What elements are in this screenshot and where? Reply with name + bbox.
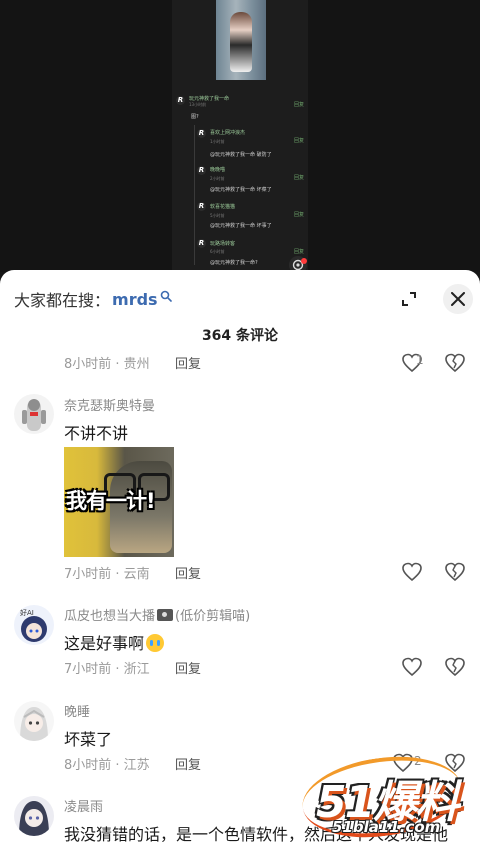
comment-meta: 7小时前 · 云南 [64, 567, 150, 582]
avatar[interactable] [14, 394, 54, 434]
close-icon [451, 292, 465, 306]
mini-comment-time: 1小时前 [210, 139, 225, 144]
video-thumbnail [216, 0, 266, 80]
mini-comment-text: @玩元神救了我一命? [210, 260, 258, 266]
mini-avatar: R [176, 96, 185, 105]
suggested-search[interactable]: 大家都在搜： mrds [14, 288, 172, 310]
broken-heart-icon[interactable] [444, 562, 466, 582]
mini-reply: 回复 [294, 102, 305, 108]
broken-heart-icon[interactable] [444, 353, 466, 372]
mini-avatar: R [197, 239, 206, 248]
commenter-name[interactable]: 凌晨雨 [64, 796, 103, 815]
mini-reply: 回复 [294, 138, 305, 144]
video-frame [172, 0, 308, 272]
expand-button[interactable] [396, 286, 422, 312]
mini-comment-time: 13小时前 [189, 102, 207, 107]
notification-dot [301, 258, 307, 264]
search-prefix: 大家都在搜： [14, 291, 111, 310]
mini-comment-text: @玩元神救了我一命 破防了 [210, 152, 272, 158]
comment-meta: 7小时前 · 浙江 [64, 662, 150, 677]
mini-comment-name: 晚晚喵 [210, 167, 226, 173]
video-player[interactable]: R 玩元神救了我一命 13小时前 图? 回复 R 喜欢上网冲浪杰 1小时前 @玩… [0, 0, 480, 274]
watermark-logo: 51爆料 51bla11.com [297, 747, 472, 847]
comment-item: 奈克瑟斯奥特曼 不讲不讲 我有一计! 7小时前 · 云南 回复 [0, 392, 480, 592]
comment-text: 这是好事啊 [64, 630, 165, 654]
commenter-name[interactable]: 奈克瑟斯奥特曼 [64, 395, 155, 414]
comment-text: 坏菜了 [64, 730, 113, 749]
reply-button[interactable]: 回复 [175, 563, 201, 582]
like-count: 1 [416, 353, 424, 367]
mini-comment-time: 5小时前 [210, 213, 225, 218]
heart-icon[interactable] [401, 562, 423, 582]
mini-comment-name: 喜欢上网冲浪杰 [210, 130, 246, 136]
mini-comment-text: @玩元神救了我一命 坏菜了 [210, 187, 272, 193]
reply-button[interactable]: 回复 [175, 658, 201, 677]
comment-item: 8小时前 · 贵州 回复 1 [0, 350, 480, 372]
mini-reply: 回复 [294, 212, 305, 218]
comment-sheet: 大家都在搜： mrds 364 条评论 8小时前 · 贵州 回复 1 奈克瑟斯奥… [0, 270, 480, 853]
avatar[interactable] [14, 796, 54, 836]
comment-text: 不讲不讲 [64, 424, 129, 443]
expand-icon [402, 292, 416, 306]
mini-comment-time: 2小时前 [210, 176, 225, 181]
commenter-name[interactable]: 瓜皮也想当大播 (低价剪辑喵) [64, 605, 250, 624]
svg-text:好AI: 好AI [20, 608, 34, 617]
mini-comment-text: 图? [191, 114, 199, 120]
commenter-name-suffix: (低价剪辑喵) [175, 609, 251, 624]
mini-thread-line [194, 125, 195, 265]
commenter-name-main: 瓜皮也想当大播 [64, 609, 156, 624]
mini-comment-time: 6小时前 [210, 249, 225, 254]
mini-comment-text: @玩元神救了我一命 坏事了 [210, 223, 272, 229]
watermark-url: 51bla11.com [332, 818, 441, 836]
search-icon [160, 290, 172, 302]
reply-button[interactable]: 回复 [175, 353, 201, 372]
mini-avatar: R [197, 202, 206, 211]
comment-item: 好AI 瓜皮也想当大播 (低价剪辑喵) 这是好事啊 7小时前 · 浙江 回复 [0, 603, 480, 683]
crying-emoji-icon [146, 634, 165, 652]
mini-comment-name: 玩元神救了我一命 [189, 96, 230, 102]
reply-button[interactable]: 回复 [175, 754, 201, 773]
meme-caption: 我有一计! [66, 489, 156, 513]
mini-avatar: R [197, 166, 206, 175]
avatar[interactable] [14, 701, 54, 741]
mini-comment-name: 玩路场转客 [210, 241, 236, 247]
heart-icon[interactable] [401, 657, 423, 677]
comment-meta: 8小时前 · 江苏 [64, 758, 150, 773]
commenter-name[interactable]: 晚睡 [64, 701, 90, 720]
mini-comment-name: 软喜花猫猫 [210, 204, 236, 210]
camera-emoji-icon [157, 609, 174, 621]
mini-avatar: R [197, 129, 206, 138]
search-term-link[interactable]: mrds [112, 290, 158, 309]
mini-reply: 回复 [294, 175, 305, 181]
avatar[interactable]: 好AI [14, 605, 54, 645]
mini-reply: 回复 [294, 249, 305, 255]
close-button[interactable] [443, 284, 473, 314]
broken-heart-icon[interactable] [444, 657, 466, 677]
comment-count-title: 364 条评论 [201, 328, 279, 344]
comment-text-body: 这是好事啊 [64, 634, 145, 653]
comment-meta: 8小时前 · 贵州 [64, 357, 150, 372]
meme-image[interactable]: 我有一计! [64, 447, 174, 557]
